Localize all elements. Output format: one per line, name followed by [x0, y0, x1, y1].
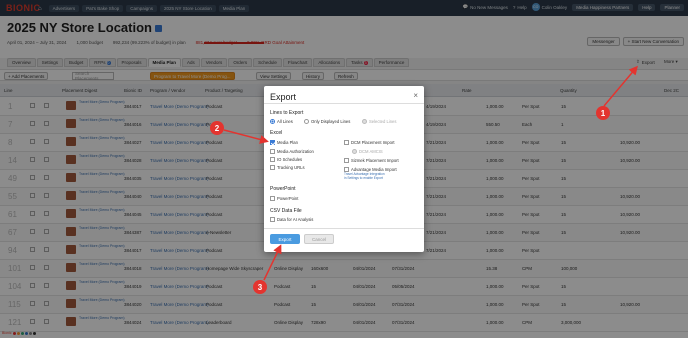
callout-1: 1: [596, 106, 610, 120]
checkbox-label: IO Schedules: [277, 157, 303, 162]
checkbox-control: [270, 165, 275, 170]
lines-to-export-label: Lines to Export: [270, 110, 304, 116]
checkbox-label: Tracking URLs: [277, 165, 305, 170]
checkbox-control: [270, 157, 275, 162]
callout-3: 3: [253, 280, 267, 294]
export-submit-button[interactable]: Export: [270, 234, 300, 244]
checkbox-media-authorization[interactable]: Media Authorization: [270, 149, 314, 154]
checkbox-control: [270, 149, 275, 154]
checkbox-control: [270, 140, 275, 145]
checkbox-label: DCM Placement Import: [351, 140, 395, 145]
checkbox-csv-ai[interactable]: Data for AI Analysis: [270, 217, 313, 222]
advantage-note-line2: in Settings to enable Export: [344, 175, 383, 180]
excel-section-label: Excel: [270, 130, 283, 136]
checkbox-dcm-placement-import[interactable]: DCM Placement Import: [344, 140, 395, 145]
checkbox-control: [344, 158, 349, 163]
checkbox-sizmek-placement-import[interactable]: Sizmek Placement Import: [344, 158, 399, 163]
radio-label: All Lines: [277, 119, 293, 124]
checkbox-powerpoint[interactable]: PowerPoint: [270, 196, 298, 201]
radio-dcm-amcis: DCM AMCIS: [352, 149, 383, 154]
dialog-footer-divider: [264, 228, 424, 229]
checkbox-label: Data for AI Analysis: [277, 217, 314, 222]
checkbox-tracking-urls[interactable]: Tracking URLs: [270, 165, 305, 170]
cancel-button[interactable]: Cancel: [304, 234, 334, 244]
radio-control: [304, 119, 309, 124]
checkbox-label: Media Authorization: [277, 149, 314, 154]
checkbox-control: [344, 140, 349, 145]
dialog-divider: [264, 103, 424, 104]
checkbox-control: [270, 196, 275, 201]
radio-displayed-lines[interactable]: Only Displayed Lines: [304, 119, 350, 124]
csv-section-label: CSV Data File: [270, 208, 302, 214]
radio-all-lines[interactable]: All Lines: [270, 119, 293, 124]
radio-control: [270, 119, 275, 124]
powerpoint-section-label: PowerPoint: [270, 186, 296, 192]
checkbox-label: Sizmek Placement Import: [351, 158, 399, 163]
checkbox-io-schedules[interactable]: IO Schedules: [270, 157, 302, 162]
radio-label: DCM AMCIS: [359, 149, 383, 154]
radio-control: [352, 149, 357, 154]
radio-label: Selected Lines: [369, 119, 397, 124]
close-icon[interactable]: ×: [413, 91, 418, 100]
dialog-title: Export: [270, 92, 297, 102]
checkbox-label: Media Plan: [277, 140, 298, 145]
radio-selected-lines: Selected Lines: [362, 119, 396, 124]
callout-2: 2: [210, 121, 224, 135]
radio-control: [362, 119, 367, 124]
checkbox-media-plan[interactable]: Media Plan: [270, 140, 298, 145]
advantage-note[interactable]: Travel Advantage Integration in Settings …: [344, 172, 385, 180]
checkbox-label: PowerPoint: [277, 196, 299, 201]
radio-label: Only Displayed Lines: [311, 119, 351, 124]
checkbox-control: [270, 217, 275, 222]
